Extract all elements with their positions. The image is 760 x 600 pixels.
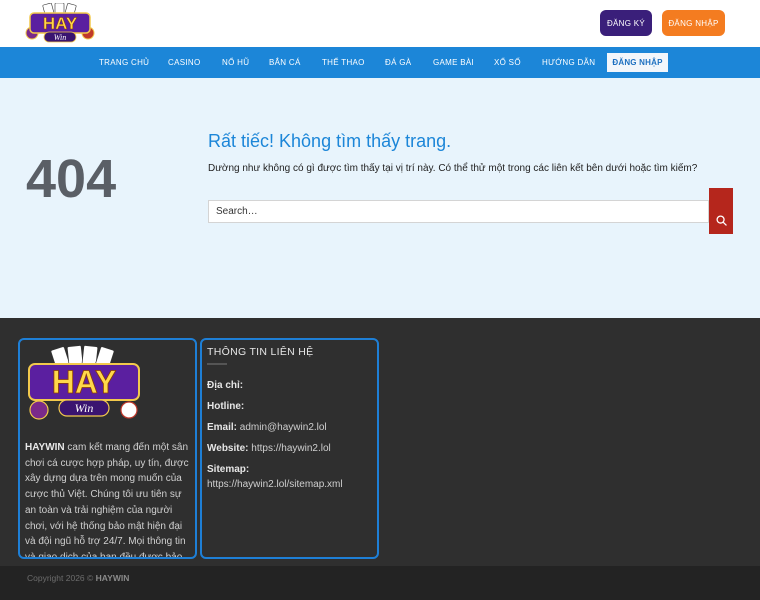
logo-subtext: Win xyxy=(54,33,66,42)
copyright-brand: HAYWIN xyxy=(95,573,130,583)
nav-item-fishing[interactable]: BẮN CÁ xyxy=(269,47,301,78)
contact-hotline: Hotline: xyxy=(207,401,245,412)
copyright-bar: Copyright 2026 © HAYWIN xyxy=(0,566,760,600)
site-footer: HAY Win HAYWIN cam kết mang đến một sân … xyxy=(0,318,760,566)
nav-item-lottery[interactable]: XỔ SỐ xyxy=(494,47,521,78)
contact-title: THÔNG TIN LIÊN HỆ xyxy=(207,346,314,358)
logo-text: HAY xyxy=(43,14,78,33)
footer-logo-text: HAY xyxy=(52,364,117,400)
nav-item-guide[interactable]: HƯỚNG DẪN xyxy=(542,47,595,78)
nav-item-sports[interactable]: THỂ THAO xyxy=(322,47,365,78)
nav-item-casino[interactable]: CASINO xyxy=(168,47,200,78)
copyright-text: Copyright 2026 © HAYWIN xyxy=(27,573,130,583)
haywin-logo[interactable]: HAY Win xyxy=(24,3,96,45)
error-section: 404 Rất tiếc! Không tìm thấy trang. Dườn… xyxy=(0,78,760,318)
search-button[interactable] xyxy=(709,188,733,234)
error-code: 404 xyxy=(26,149,117,209)
error-description: Dường như không có gì được tìm thấy tại … xyxy=(208,163,698,174)
email-link[interactable]: admin@haywin2.lol xyxy=(240,422,327,433)
footer-logo: HAY Win xyxy=(28,345,140,420)
footer-logo-subtext: Win xyxy=(75,401,94,415)
site-header: HAY Win ĐĂNG KÝ ĐĂNG NHẬP xyxy=(0,0,760,47)
contact-email: Email: admin@haywin2.lol xyxy=(207,422,327,433)
page-title: Rất tiếc! Không tìm thấy trang. xyxy=(208,131,452,151)
about-text: HAYWIN cam kết mang đến một sân chơi cá … xyxy=(25,440,193,559)
about-body: cam kết mang đến một sân chơi cá cược hợ… xyxy=(25,442,189,559)
search-icon xyxy=(715,215,727,226)
about-brand: HAYWIN xyxy=(25,442,65,453)
search-input[interactable] xyxy=(208,200,709,223)
main-nav: TRANG CHỦ CASINO NỔ HŨ BẮN CÁ THỂ THAO Đ… xyxy=(0,47,760,78)
contact-sitemap-label: Sitemap: xyxy=(207,464,250,475)
about-widget: HAY Win HAYWIN cam kết mang đến một sân … xyxy=(18,338,197,559)
nav-login-button[interactable]: ĐĂNG NHẬP xyxy=(607,53,668,72)
sitemap-link[interactable]: https://haywin2.lol/sitemap.xml xyxy=(207,479,343,490)
register-button[interactable]: ĐĂNG KÝ xyxy=(600,10,652,36)
contact-address: Địa chỉ: xyxy=(207,380,244,391)
nav-item-home[interactable]: TRANG CHỦ xyxy=(99,47,149,78)
nav-item-card-games[interactable]: GAME BÀI xyxy=(433,47,474,78)
website-link[interactable]: https://haywin2.lol xyxy=(251,443,331,454)
contact-website: Website: https://haywin2.lol xyxy=(207,443,331,454)
login-button[interactable]: ĐĂNG NHẬP xyxy=(662,10,725,36)
contact-widget: THÔNG TIN LIÊN HỆ Địa chỉ: Hotline: Emai… xyxy=(200,338,379,559)
contact-divider xyxy=(207,363,227,365)
nav-item-slots[interactable]: NỔ HŨ xyxy=(222,47,249,78)
nav-item-cockfight[interactable]: ĐÁ GÀ xyxy=(385,47,411,78)
